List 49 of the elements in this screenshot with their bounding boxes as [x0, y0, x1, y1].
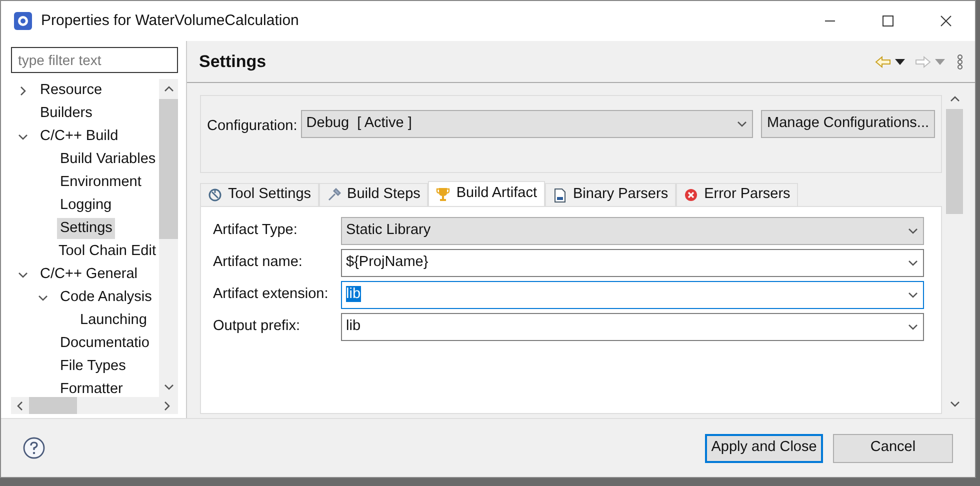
dropdown-icon[interactable]: [895, 58, 905, 64]
maximize-icon: [882, 15, 894, 27]
field-label: Artifact Type:: [213, 221, 298, 240]
field-label: Artifact name:: [213, 253, 304, 272]
tree-item[interactable]: File Types: [57, 356, 129, 378]
tree-item[interactable]: Tool Chain Edit: [55, 240, 159, 262]
tab[interactable]: Build Artifact: [428, 181, 545, 207]
filter-field[interactable]: type filter text: [11, 47, 178, 73]
tree-item[interactable]: Documentatio: [57, 332, 152, 354]
combo-field[interactable]: ${ProjName}: [341, 249, 924, 277]
tab[interactable]: Binary Parsers: [544, 183, 676, 207]
tree-item[interactable]: Code Analysis: [57, 286, 155, 308]
window-title: Properties for WaterVolumeCalculation: [41, 10, 299, 31]
tree-item[interactable]: C/C++ General: [37, 264, 141, 286]
field-label: Output prefix:: [213, 317, 302, 336]
horizontal-scrollbar[interactable]: [11, 397, 178, 414]
dropdown[interactable]: Static Library: [341, 217, 924, 245]
tree-item[interactable]: Builders: [37, 102, 96, 124]
combo-field[interactable]: lib: [341, 281, 924, 309]
tree-item[interactable]: Launching: [77, 310, 150, 332]
page-title: Settings: [199, 50, 266, 73]
tree-item[interactable]: Settings: [57, 218, 116, 240]
dialog-button[interactable]: Cancel: [833, 434, 953, 462]
close-icon: [940, 15, 952, 27]
hammer-icon: [327, 188, 342, 202]
gear-icon: [208, 188, 222, 202]
tree-item[interactable]: Environment: [57, 172, 144, 194]
tree-item[interactable]: Formatter: [57, 378, 126, 397]
tree-item[interactable]: Build Variables: [57, 148, 159, 170]
tab[interactable]: Tool Settings: [200, 183, 320, 207]
more-icon[interactable]: [957, 54, 963, 70]
field-label: Artifact extension:: [213, 285, 330, 304]
manage-configurations-button[interactable]: Manage Configurations...: [760, 110, 935, 138]
tab[interactable]: Build Steps: [319, 183, 428, 207]
tree-item[interactable]: Logging: [57, 194, 115, 216]
combo-field[interactable]: lib: [341, 313, 924, 341]
scrollbar[interactable]: [159, 79, 178, 397]
configuration-label: Configuration:: [207, 117, 298, 136]
app-logo-icon: [13, 11, 33, 31]
error-icon: [684, 188, 698, 202]
tree-item[interactable]: C/C++ Build: [37, 126, 122, 148]
help-icon[interactable]: [23, 437, 45, 459]
forward-icon[interactable]: [915, 56, 931, 68]
configuration-dropdown[interactable]: Debug [ Active ]: [301, 110, 753, 138]
trophy-icon: [436, 186, 450, 202]
document-icon: [552, 188, 567, 202]
tab[interactable]: Error Parsers: [676, 183, 798, 207]
tree-item[interactable]: Resource: [37, 80, 106, 102]
dialog-button[interactable]: Apply and Close: [705, 434, 823, 462]
